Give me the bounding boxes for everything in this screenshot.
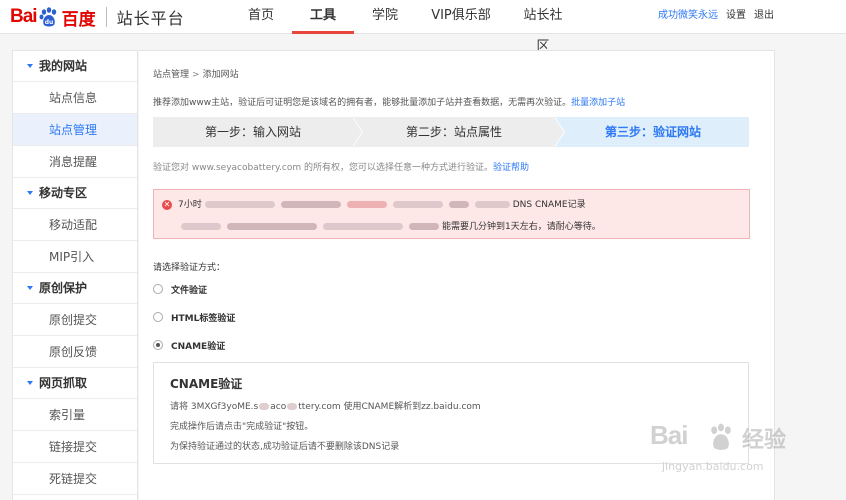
radio-cname-verify[interactable]: CNAME验证 bbox=[153, 338, 225, 352]
radio-file-verify[interactable]: 文件验证 bbox=[153, 282, 207, 296]
radio-circle[interactable] bbox=[153, 312, 163, 322]
baidu-jingyan-watermark: Bai 经验 jingyan.baidu.com bbox=[650, 420, 830, 480]
redacted-blur bbox=[409, 223, 439, 230]
sidebar-group-my-site[interactable]: 我的网站 bbox=[13, 51, 137, 82]
alert-message-line1: 7小时 DNS CNAME记录 bbox=[178, 197, 586, 210]
verify-description: 验证您对 www.seyacobattery.com 的所有权，您可以选择任意一… bbox=[153, 160, 529, 173]
redacted-blur bbox=[287, 403, 298, 410]
cname-record-part: 请将 3MXGf3yoME.s bbox=[170, 402, 259, 412]
radio-circle[interactable] bbox=[153, 284, 163, 294]
redacted-blur bbox=[448, 201, 469, 208]
username-link[interactable]: 成功微笑永远 bbox=[658, 0, 718, 34]
redacted-blur bbox=[181, 223, 221, 230]
redacted-blur bbox=[346, 201, 387, 208]
caret-down-icon bbox=[27, 64, 33, 68]
redacted-blur bbox=[204, 201, 275, 208]
baidu-paw-icon: du bbox=[39, 7, 56, 27]
cname-line-2: 完成操作后请点击"完成验证"按钮。 bbox=[170, 422, 314, 432]
nav-vip-club[interactable]: VIP俱乐部 bbox=[416, 0, 506, 34]
sidebar-group-mobile[interactable]: 移动专区 bbox=[13, 178, 137, 209]
sidebar-group-label: 我的网站 bbox=[39, 58, 88, 73]
sidebar-item-original-feedback[interactable]: 原创反馈 bbox=[13, 336, 137, 368]
sidebar-item-original-submit[interactable]: 原创提交 bbox=[13, 304, 137, 336]
sidebar-group-label: 移动专区 bbox=[39, 185, 88, 200]
breadcrumb-site-management[interactable]: 站点管理 bbox=[153, 70, 189, 80]
caret-down-icon bbox=[27, 191, 33, 195]
radio-label: HTML标签验证 bbox=[171, 313, 236, 324]
sidebar: 我的网站 站点信息 站点管理 消息提醒 移动专区 移动适配 MIP引入 原创保护… bbox=[12, 50, 138, 500]
header-user-area: 成功微笑永远 设置 退出 bbox=[658, 0, 774, 34]
alert-message-line2: 能需要几分钟到1天左右，请耐心等待。 bbox=[178, 219, 601, 232]
baidu-logo[interactable]: Bai du 百度 站长平台 bbox=[10, 4, 185, 30]
redacted-blur bbox=[227, 223, 317, 230]
sidebar-group-original[interactable]: 原创保护 bbox=[13, 273, 137, 304]
sidebar-item-mobile-adapt[interactable]: 移动适配 bbox=[13, 209, 137, 241]
method-label: 请选择验证方式： bbox=[153, 263, 226, 273]
logo-text-cn: 百度 bbox=[61, 9, 96, 30]
watermark-paw-icon bbox=[711, 423, 731, 450]
radio-label: 文件验证 bbox=[171, 285, 208, 296]
sidebar-item-mip[interactable]: MIP引入 bbox=[13, 241, 137, 273]
caret-down-icon bbox=[27, 286, 33, 290]
sidebar-item-site-management[interactable]: 站点管理 bbox=[13, 114, 137, 146]
batch-add-subsite-link[interactable]: 批量添加子站 bbox=[571, 98, 625, 108]
breadcrumb-add-site: 添加网站 bbox=[202, 70, 239, 80]
sidebar-group-label: 原创保护 bbox=[39, 280, 88, 295]
error-icon: ✕ bbox=[162, 200, 172, 210]
main-nav: 首页 工具 学院 VIP俱乐部 站长社区 bbox=[230, 0, 580, 54]
step-indicator: 第一步：输入网站 第二步：站点属性 第三步：验证网站 bbox=[153, 117, 749, 147]
intro-text: 推荐添加www主站，验证后可证明您是该域名的拥有者，能够批量添加子站并查看数据，… bbox=[153, 95, 625, 108]
logout-link[interactable]: 退出 bbox=[754, 0, 774, 34]
sidebar-item-link-submit[interactable]: 链接提交 bbox=[13, 431, 137, 463]
verify-help-link[interactable]: 验证帮助 bbox=[493, 163, 529, 173]
cname-line-1: 请将 3MXGf3yoME.s aco ttery.com 使用CNAME解析到zz… bbox=[170, 399, 481, 412]
watermark-url: jingyan.baidu.com bbox=[662, 460, 764, 473]
watermark-logo: Bai bbox=[650, 420, 688, 450]
top-header: Bai du 百度 站长平台 首页 工具 学院 VIP俱乐部 站长社区 成功微笑… bbox=[0, 0, 846, 54]
sidebar-item-messages[interactable]: 消息提醒 bbox=[13, 146, 137, 178]
sidebar-group-crawl[interactable]: 网页抓取 bbox=[13, 368, 137, 399]
logo-text-bai: Bai bbox=[10, 6, 38, 27]
radio-label: CNAME验证 bbox=[171, 341, 226, 352]
settings-link[interactable]: 设置 bbox=[726, 0, 746, 34]
sidebar-item-index[interactable]: 索引量 bbox=[13, 399, 137, 431]
step-2: 第二步：站点属性 bbox=[405, 125, 502, 139]
caret-down-icon bbox=[27, 381, 33, 385]
cname-record-part: ttery.com 使用CNAME解析到zz.baidu.com bbox=[298, 402, 481, 412]
cname-record-part: aco bbox=[270, 402, 287, 412]
breadcrumb: 站点管理 > 添加网站 bbox=[153, 67, 239, 80]
radio-html-tag-verify[interactable]: HTML标签验证 bbox=[153, 310, 235, 324]
cname-line-3: 为保持验证通过的状态,成功验证后请不要删除该DNS记录 bbox=[170, 442, 400, 452]
sidebar-item-deadlink-submit[interactable]: 死链提交 bbox=[13, 463, 137, 495]
nav-community[interactable]: 站长社区 bbox=[506, 0, 580, 54]
breadcrumb-separator: > bbox=[192, 70, 200, 80]
redacted-blur bbox=[474, 201, 510, 208]
sidebar-group-label: 网页抓取 bbox=[39, 375, 88, 390]
svg-text:du: du bbox=[44, 19, 53, 26]
nav-home[interactable]: 首页 bbox=[230, 0, 292, 34]
radio-circle-checked[interactable] bbox=[153, 340, 163, 350]
alert-line1-end: DNS CNAME记录 bbox=[512, 200, 586, 210]
step-1: 第一步：输入网站 bbox=[204, 125, 301, 139]
nav-tools[interactable]: 工具 bbox=[292, 0, 354, 34]
alert-line2-end: 能需要几分钟到1天左右，请耐心等待。 bbox=[442, 222, 601, 232]
logo-divider bbox=[105, 7, 107, 27]
redacted-blur bbox=[323, 223, 403, 230]
step-3: 第三步：验证网站 bbox=[604, 125, 701, 139]
product-name: 站长平台 bbox=[116, 9, 185, 28]
nav-academy[interactable]: 学院 bbox=[354, 0, 416, 34]
verify-description-text: 验证您对 www.seyacobattery.com 的所有权，您可以选择任意一… bbox=[153, 163, 494, 173]
intro-description: 推荐添加www主站，验证后可证明您是该域名的拥有者，能够批量添加子站并查看数据，… bbox=[153, 98, 572, 108]
redacted-blur bbox=[280, 201, 341, 208]
alert-line1-start: 7小时 bbox=[178, 200, 202, 210]
error-alert: ✕ 7小时 DNS CNAME记录 能需要几分钟到1天左右，请耐心等待。 bbox=[153, 189, 750, 239]
cname-title: CNAME验证 bbox=[170, 377, 243, 391]
watermark-jingyan: 经验 bbox=[742, 428, 787, 453]
redacted-blur bbox=[259, 403, 270, 410]
sidebar-item-site-info[interactable]: 站点信息 bbox=[13, 82, 137, 114]
redacted-blur bbox=[392, 201, 443, 208]
